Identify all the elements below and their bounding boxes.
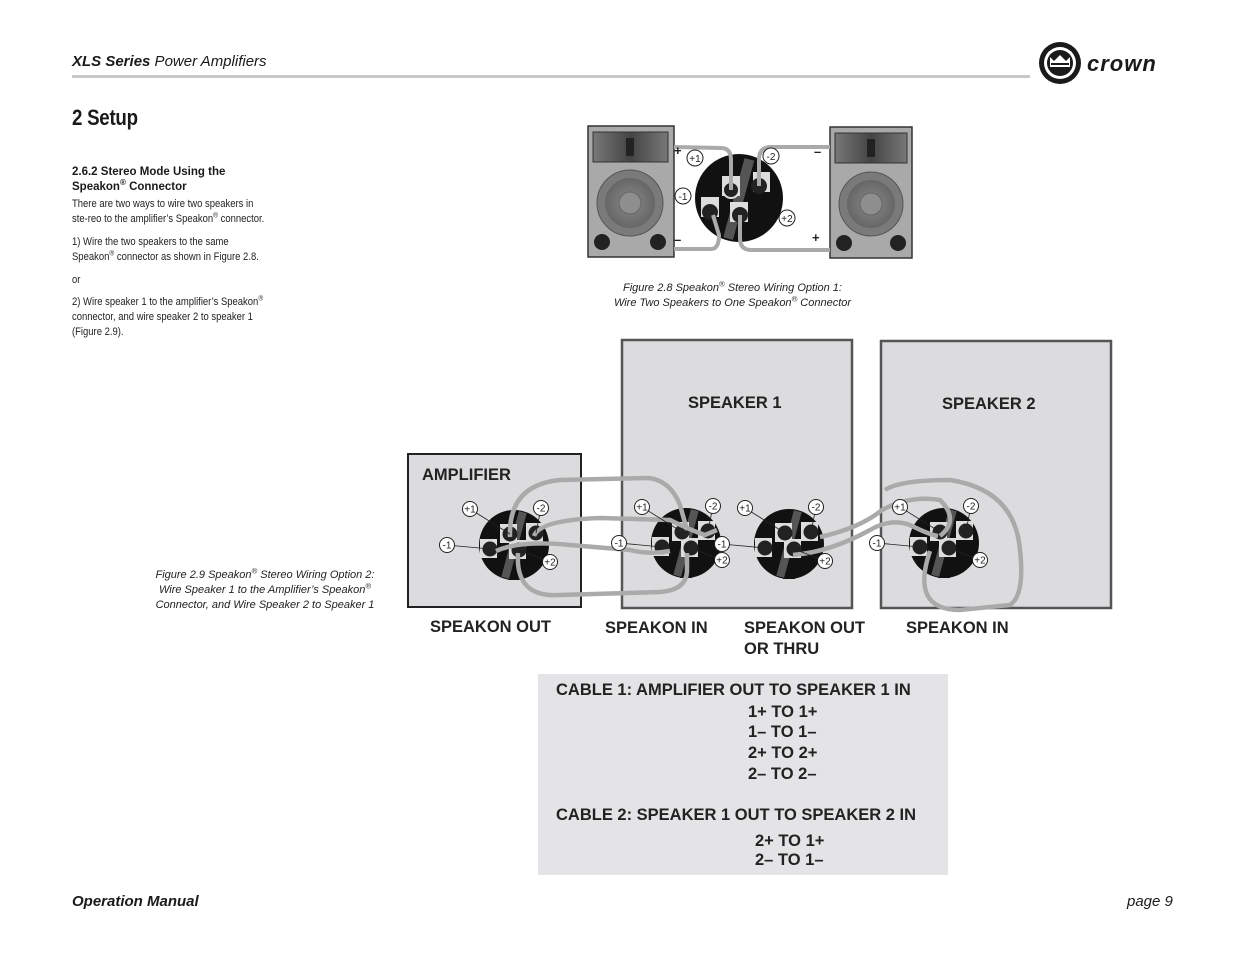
pin-label: +2	[716, 556, 728, 567]
pin-label-plus2: +2	[781, 214, 793, 225]
pin-label: -1	[443, 541, 452, 552]
cable-2-title: CABLE 2: SPEAKER 1 OUT TO SPEAKER 2 IN	[556, 806, 917, 824]
speaker-2-label: SPEAKER 2	[942, 395, 1036, 413]
label-speakon-out-amp: SPEAKON OUT	[430, 618, 552, 636]
paragraph-intro: There are two ways to wire two speakers …	[72, 198, 265, 225]
figure-2-8-diagram: +1 -1 -2 +2 + – – +	[587, 125, 913, 259]
pin-label: +1	[894, 503, 906, 514]
speaker-cabinet-right	[829, 126, 913, 259]
cable-wiring-table: CABLE 1: AMPLIFIER OUT TO SPEAKER 1 IN 1…	[538, 674, 948, 875]
pin-label: +1	[464, 505, 476, 516]
speaker-cabinet-left	[587, 125, 675, 258]
section-title: 2 Setup	[72, 105, 138, 130]
crown-logo: crown	[1037, 40, 1187, 88]
pin-label: -2	[537, 504, 546, 515]
pin-label: -2	[812, 503, 821, 514]
pin-label-plus1: +1	[689, 154, 701, 165]
header-title: XLS Series Power Amplifiers	[72, 53, 267, 70]
cable-2-row: 2– TO 1–	[755, 851, 824, 869]
polarity-left-bottom: –	[674, 232, 681, 247]
pin-label: -2	[709, 502, 718, 513]
paragraph-option-1: 1) Wire the two speakers to the same Spe…	[72, 236, 259, 263]
svg-text:crown: crown	[1087, 51, 1157, 76]
pin-label: -1	[615, 539, 624, 550]
paragraph-or: or	[72, 274, 81, 286]
cable-1-title: CABLE 1: AMPLIFIER OUT TO SPEAKER 1 IN	[556, 681, 911, 699]
cable-1-row: 1+ TO 1+	[748, 703, 818, 721]
pin-label: -1	[873, 539, 882, 550]
pin-label: -2	[967, 502, 976, 513]
crown-logo-icon: crown	[1039, 42, 1157, 84]
page-number: page 9	[1127, 893, 1173, 910]
speaker-2-box	[879, 339, 1113, 610]
pin-label: +1	[636, 503, 648, 514]
label-or-thru: OR THRU	[744, 640, 820, 658]
speaker-1-label: SPEAKER 1	[688, 394, 782, 412]
paragraph-option-2: 2) Wire speaker 1 to the amplifier’s Spe…	[72, 293, 264, 338]
label-speakon-in-speaker2: SPEAKON IN	[906, 619, 1009, 637]
label-speakon-out-speaker1: SPEAKON OUT	[744, 619, 866, 637]
subsection-heading: 2.6.2 Stereo Mode Using the Speakon® Con…	[72, 166, 226, 193]
pin-label: +1	[739, 504, 751, 515]
cable-1-row: 2– TO 2–	[748, 765, 817, 783]
polarity-left-top: +	[674, 143, 682, 158]
label-speakon-in-speaker1: SPEAKON IN	[605, 619, 708, 637]
header-divider	[72, 75, 1030, 78]
pin-label: -1	[718, 540, 727, 551]
footer-manual-title: Operation Manual	[72, 893, 199, 910]
polarity-right-top: –	[814, 144, 821, 159]
pin-label: +2	[819, 557, 831, 568]
cable-1-row: 1– TO 1–	[748, 723, 817, 741]
pin-label-minus2: -2	[767, 152, 776, 163]
figure-2-9-diagram: +1 -1 -2 +2 +1 -1 -2 +2 +1 -1 -2 +2 +1 -1 -2 +2 AMPLIFI…	[407, 338, 1113, 613]
series-name: XLS Series	[72, 53, 151, 70]
pin-label: +2	[974, 556, 986, 567]
speaker-1-box	[620, 338, 854, 610]
amplifier-label: AMPLIFIER	[422, 466, 511, 484]
polarity-right-bottom: +	[812, 230, 820, 245]
pin-label: +2	[544, 558, 556, 569]
figure-2-9-caption: Figure 2.9 Speakon® Stereo Wiring Option…	[155, 566, 375, 611]
figure-2-8-caption: Figure 2.8 Speakon® Stereo Wiring Option…	[613, 279, 852, 309]
pin-label-minus1: -1	[679, 192, 688, 203]
cable-1-row: 2+ TO 2+	[748, 744, 818, 762]
cable-2-row: 2+ TO 1+	[755, 832, 825, 850]
series-subtitle: Power Amplifiers	[150, 53, 267, 70]
